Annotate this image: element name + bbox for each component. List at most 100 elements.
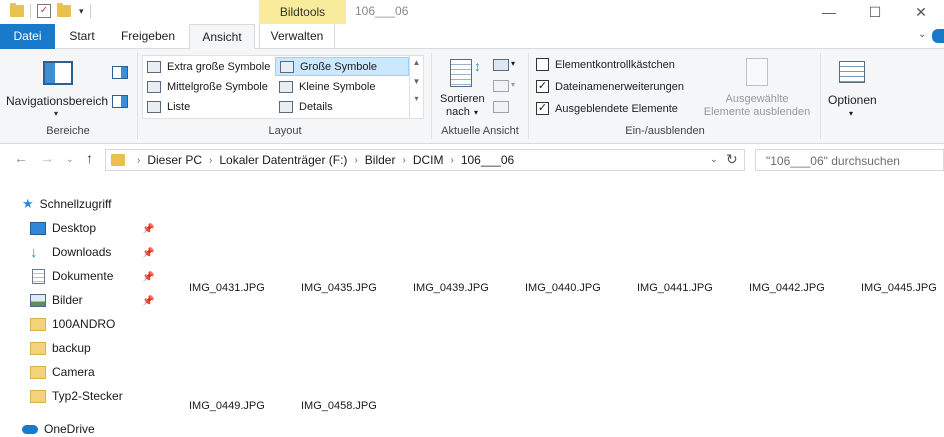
group-label-bereiche: Bereiche [46,125,90,137]
navigation-pane-button[interactable]: Navigationsbereich ▾ [6,53,108,121]
sidebar-item-label: Schnellzugriff [39,197,112,211]
sidebar-item-label: Camera [52,365,95,379]
quick-access-toolbar: ✓ ▾ [10,3,97,18]
extra-large-icons-icon [147,60,161,73]
address-bar[interactable]: › Dieser PC › Lokaler Datenträger (F:) ›… [105,149,745,171]
close-button[interactable]: ✕ [898,0,944,24]
navigation-bar: ← → ⌄ ↑ › Dieser PC › Lokaler Datenträge… [0,145,944,173]
properties-icon[interactable]: ✓ [37,4,51,18]
tab-verwalten[interactable]: Verwalten [259,24,335,49]
add-columns-icon[interactable] [493,80,509,92]
breadcrumb-item[interactable]: DCIM [413,153,444,167]
layout-list[interactable]: Liste [143,97,275,116]
sort-icon [450,59,472,87]
breadcrumb-item[interactable]: Lokaler Datenträger (F:) [219,153,347,167]
hide-selected-button[interactable]: Ausgewählte Elemente ausblenden [700,53,814,121]
sidebar-item-camera[interactable]: Camera [30,360,95,384]
list-icon [147,100,161,113]
group-by-icon[interactable] [493,59,509,71]
maximize-button[interactable]: ☐ [852,0,898,24]
sidebar-item-quick-access[interactable]: ★ Schnellzugriff [22,192,111,216]
back-arrow-icon[interactable]: ← [14,150,28,166]
sort-by-button[interactable]: ↕ Sortieren nach ▾ [438,53,488,121]
file-item[interactable]: IMG_0440.JPG [525,282,601,294]
file-item[interactable]: IMG_0431.JPG [189,282,265,294]
forward-arrow-icon[interactable]: → [40,150,54,166]
chevron-right-icon[interactable]: › [402,155,405,166]
file-item[interactable]: IMG_0441.JPG [637,282,713,294]
sidebar-item-typ2-stecker[interactable]: Typ2-Stecker [30,384,123,408]
sidebar-item-label: 100ANDRO [52,317,116,331]
breadcrumb-item[interactable]: Dieser PC [147,153,202,167]
fit-columns-icon[interactable] [493,101,509,113]
layout-large-icons[interactable]: Große Symbole [275,57,409,76]
breadcrumb-item[interactable]: Bilder [365,153,396,167]
scroll-down-icon[interactable]: ▼ [410,77,423,86]
file-item[interactable]: IMG_0458.JPG [301,400,377,412]
checkbox-hidden-items[interactable]: ✓ [536,102,549,115]
chevron-down-icon[interactable]: ▾ [511,59,515,68]
customize-toolbar-icon[interactable]: ▾ [79,6,84,17]
up-arrow-icon[interactable]: ↑ [86,150,93,166]
details-pane-icon[interactable] [112,95,128,108]
chevron-right-icon[interactable]: › [209,155,212,166]
refresh-icon[interactable]: ↻ [726,151,738,168]
layout-medium-icons[interactable]: Mittelgroße Symbole [143,77,275,96]
sidebar-item-label: backup [52,341,91,355]
sidebar-item-documents[interactable]: Dokumente [30,264,113,288]
sidebar-item-100andro[interactable]: 100ANDRO [30,312,115,336]
folder-icon [30,317,46,331]
pin-icon[interactable]: 📌 [142,296,154,307]
file-list: IMG_0431.JPG IMG_0435.JPG IMG_0439.JPG I… [158,173,944,437]
navigation-pane: ★ Schnellzugriff Desktop 📌 ↓ Downloads 📌… [0,173,158,437]
checkbox-item-checkboxes[interactable] [536,58,549,71]
layout-extra-large-icons[interactable]: Extra große Symbole [143,57,275,76]
help-icon[interactable] [932,29,944,43]
checkbox-file-extensions[interactable]: ✓ [536,80,549,93]
tab-ansicht[interactable]: Ansicht [189,24,255,50]
sidebar-item-label: Bilder [52,293,83,307]
file-item[interactable]: IMG_0442.JPG [749,282,825,294]
pin-icon[interactable]: 📌 [142,272,154,283]
search-input[interactable]: "106___06" durchsuchen [755,149,944,171]
options-button[interactable]: Optionen ▾ [825,53,881,121]
sidebar-item-pictures[interactable]: Bilder [30,288,83,312]
layout-details[interactable]: Details [275,97,409,116]
pin-icon[interactable]: 📌 [142,248,154,259]
sidebar-item-backup[interactable]: backup [30,336,91,360]
recent-locations-icon[interactable]: ⌄ [66,154,74,165]
sidebar-item-label: Desktop [52,221,97,235]
chevron-right-icon[interactable]: › [450,155,453,166]
sidebar-item-desktop[interactable]: Desktop [30,216,96,240]
layout-item-label: Liste [167,100,191,113]
medium-icons-icon [147,80,161,93]
address-dropdown-icon[interactable]: ⌄ [710,154,718,165]
layout-item-label: Große Symbole [300,60,378,73]
ribbon-expand-icon[interactable]: ⌄ [918,29,926,40]
minimize-button[interactable]: — [806,0,852,24]
breadcrumb-item[interactable]: 106___06 [461,153,514,167]
layout-item-label: Details [299,100,333,113]
tab-datei[interactable]: Datei [0,24,55,49]
chevron-down-icon[interactable]: ▾ [511,80,515,89]
more-icon[interactable]: ▾ [410,94,423,103]
sort-label-1: Sortieren [440,93,485,105]
scroll-up-icon[interactable]: ▲ [410,58,423,67]
layout-small-icons[interactable]: Kleine Symbole [275,77,409,96]
preview-pane-icon[interactable] [112,66,128,79]
tab-freigeben[interactable]: Freigeben [110,24,186,49]
file-item[interactable]: IMG_0449.JPG [189,400,265,412]
pin-icon[interactable]: 📌 [142,224,154,235]
chevron-right-icon[interactable]: › [354,155,357,166]
sidebar-item-downloads[interactable]: ↓ Downloads [30,240,111,264]
file-item[interactable]: IMG_0435.JPG [301,282,377,294]
ribbon-tabs: Datei Start Freigeben Ansicht Verwalten … [0,24,944,50]
new-folder-icon[interactable] [57,3,71,17]
sort-arrow-icon: ↕ [474,58,481,74]
sidebar-item-onedrive[interactable]: OneDrive [22,417,95,437]
file-item[interactable]: IMG_0439.JPG [413,282,489,294]
file-item[interactable]: IMG_0445.JPG [861,282,937,294]
tab-start[interactable]: Start [58,24,106,49]
options-icon [839,61,865,83]
layout-scroll[interactable]: ▲ ▼ ▾ [409,55,423,119]
